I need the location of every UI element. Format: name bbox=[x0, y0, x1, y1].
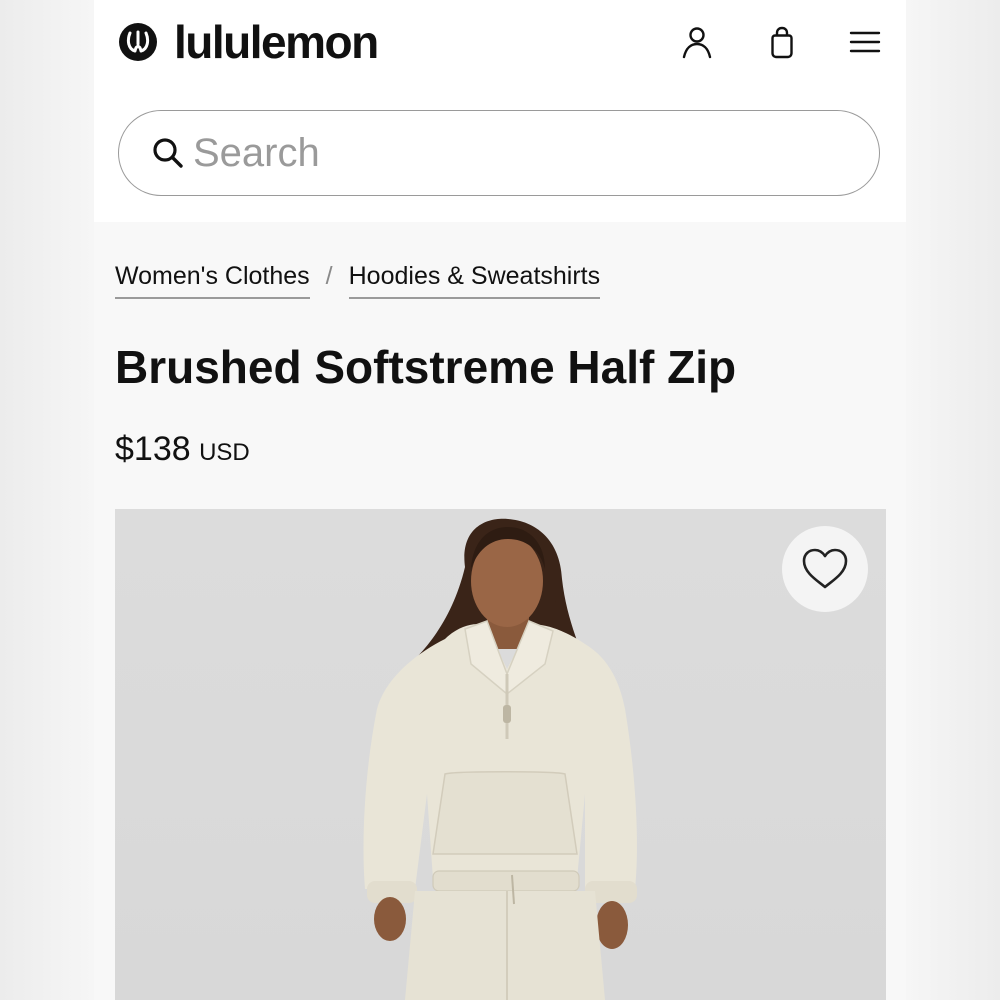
heart-icon bbox=[802, 548, 848, 589]
breadcrumb-womens-clothes[interactable]: Women's Clothes bbox=[115, 262, 310, 299]
wishlist-button[interactable] bbox=[782, 526, 868, 612]
lululemon-logo-icon[interactable] bbox=[118, 22, 158, 62]
product-title: Brushed Softstreme Half Zip bbox=[115, 341, 737, 393]
site-header: lululemon bbox=[94, 0, 906, 222]
price-amount: $138 bbox=[115, 430, 191, 468]
product-photo-illustration bbox=[363, 518, 637, 1000]
breadcrumb-separator: / bbox=[325, 262, 333, 290]
brand-wordmark[interactable]: lululemon bbox=[174, 14, 379, 70]
breadcrumb-hoodies-sweatshirts[interactable]: Hoodies & Sweatshirts bbox=[348, 262, 601, 299]
app-screen: lululemon Women's Clothes / Hoodies & Sw… bbox=[94, 0, 906, 1000]
breadcrumb: Women's Clothes / Hoodies & Sweatshirts bbox=[115, 262, 601, 302]
product-price: $138 USD bbox=[115, 430, 250, 469]
shopping-bag-icon[interactable] bbox=[764, 24, 800, 60]
account-icon[interactable] bbox=[679, 24, 715, 60]
menu-icon[interactable] bbox=[847, 24, 883, 60]
product-image[interactable] bbox=[115, 509, 886, 1000]
search-bar[interactable] bbox=[118, 110, 880, 196]
price-currency: USD bbox=[199, 439, 250, 466]
search-input[interactable] bbox=[193, 129, 833, 177]
search-icon bbox=[153, 138, 183, 168]
